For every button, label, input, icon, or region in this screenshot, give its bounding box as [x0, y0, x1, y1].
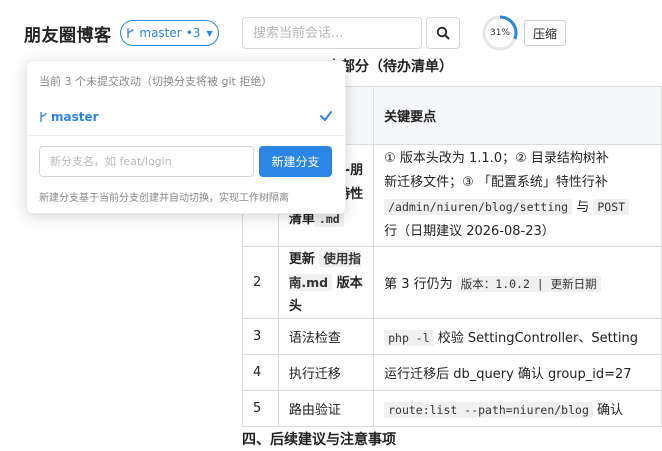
row-key-code: php -l — [384, 330, 434, 346]
row-task-pre: 更新 — [288, 252, 315, 267]
row-key-post: 确认 — [592, 403, 624, 418]
row-key: 运行迁移后 db_query 确认 group_id=27 — [373, 354, 662, 391]
progress-percent: 31% — [489, 28, 510, 38]
row-key-line2: 新迁移文件；③ 「配置系统」特性行补 — [384, 175, 608, 190]
row-key-line1: ① 版本头改为 1.1.0；② 目录结构树补 — [384, 151, 609, 166]
row-key-line4: 行（日期建议 2026-08-23） — [384, 224, 555, 239]
row-key-code-a: /admin/niuren/blog/setting — [384, 199, 573, 215]
caret-down-icon: ▼ — [206, 28, 213, 38]
row-num: 3 — [242, 318, 279, 355]
git-branch-icon — [40, 112, 47, 122]
table-row: 3 语法检查 php -l 校验 SettingController、Setti… — [242, 318, 662, 355]
dropdown-divider — [27, 135, 345, 136]
app-header: 朋友圈博客 master •3 ▼ 31% 压缩 — [0, 0, 662, 64]
context-usage-ring: 31% — [481, 14, 519, 52]
branch-option-label: master — [51, 110, 99, 124]
git-branch-icon — [127, 28, 135, 38]
row-key: php -l 校验 SettingController、Setting — [373, 318, 662, 355]
row-key-line3: /admin/niuren/blog/setting 与 POST — [384, 195, 651, 220]
row-key-post: 校验 SettingController、Setting — [433, 331, 638, 346]
dirty-count: •3 — [185, 26, 201, 40]
row-num: 5 — [242, 390, 279, 427]
check-icon — [320, 111, 332, 121]
branch-name: master — [139, 26, 182, 40]
branch-option-master[interactable]: master — [27, 99, 347, 135]
table-row: 4 执行迁移 运行迁移后 db_query 确认 group_id=27 — [242, 354, 662, 391]
row-task: 语法检查 — [277, 318, 375, 355]
row-key-code-b: POST — [593, 199, 630, 215]
search-button[interactable] — [426, 17, 460, 49]
row-task-end: 清单 — [288, 212, 315, 227]
new-branch-button[interactable]: 新建分支 — [259, 146, 332, 177]
row-key: ① 版本头改为 1.1.0；② 目录结构树补 新迁移文件；③ 「配置系统」特性行… — [373, 144, 662, 247]
new-branch-hint: 新建分支基于当前分支创建并自动切换，实现工作树隔离 — [39, 193, 289, 204]
app-title: 朋友圈博客 — [24, 26, 112, 46]
new-branch-input[interactable] — [39, 146, 254, 177]
row-key-code: 版本：1.0.2 | 更新日期 — [456, 276, 601, 292]
row-key-mid: 与 — [572, 200, 594, 215]
row-task: 路由验证 — [277, 390, 375, 427]
row-num: 2 — [242, 246, 279, 319]
next-section-heading: 四、后续建议与注意事项 — [242, 432, 396, 448]
row-key: 第 3 行仍为 版本：1.0.2 | 更新日期 — [373, 246, 662, 319]
table-header-key: 关键要点 — [373, 86, 662, 145]
search-input[interactable] — [242, 17, 422, 49]
search-icon — [436, 26, 450, 40]
row-key: route:list --path=niuren/blog 确认 — [373, 390, 662, 427]
branch-dropdown: 当前 3 个未提交改动（切换分支将被 git 拒绝） master 新建分支 新… — [26, 60, 346, 214]
row-key-pre: 第 3 行仍为 — [384, 277, 457, 292]
table-row: 2 更新 使用指南.md 版本头 第 3 行仍为 版本：1.0.2 | 更新日期 — [242, 246, 662, 319]
row-num: 4 — [242, 354, 279, 391]
row-task: 执行迁移 — [277, 354, 375, 391]
row-key-code: route:list --path=niuren/blog — [384, 402, 593, 418]
row-task: 更新 使用指南.md 版本头 — [277, 246, 375, 319]
branch-selector[interactable]: master •3 ▼ — [120, 20, 219, 46]
uncommitted-note: 当前 3 个未提交改动（切换分支将被 git 拒绝） — [39, 75, 273, 88]
compress-button[interactable]: 压缩 — [524, 20, 566, 46]
table-row: 5 路由验证 route:list --path=niuren/blog 确认 — [242, 390, 662, 427]
